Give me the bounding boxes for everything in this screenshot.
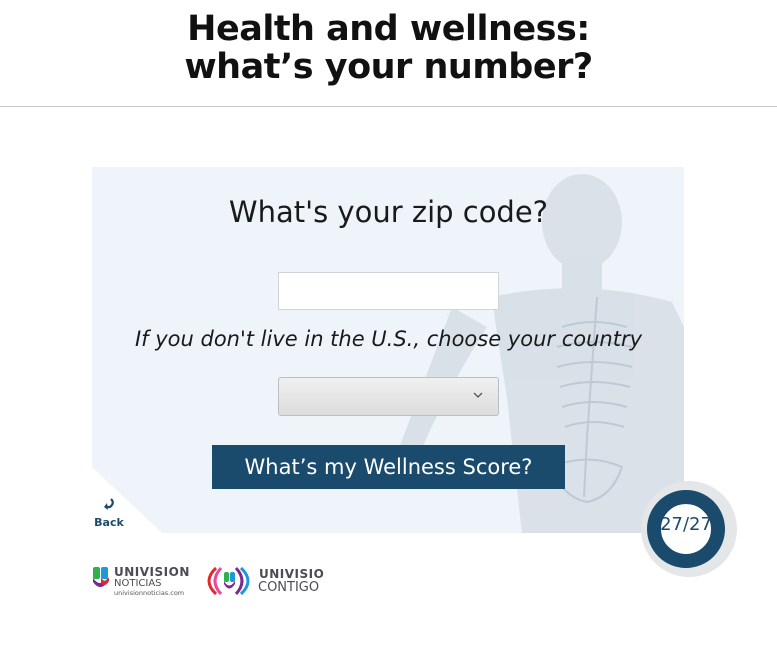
get-score-button[interactable]: What’s my Wellness Score? [212, 445, 565, 489]
logo1-word1: UNIVISION [114, 565, 190, 579]
logo1-url: univisionnoticias.com [114, 589, 184, 597]
back-arrow-icon [104, 498, 114, 510]
univision-noticias-logo: UNIVISION NOTICIAS univisionnoticias.com [93, 565, 190, 597]
country-select[interactable] [278, 377, 499, 416]
logo2-word1: UNIVISION [259, 567, 325, 581]
zip-question: What's your zip code? [228, 195, 549, 229]
back-label: Back [94, 516, 124, 529]
chevron-down-icon [473, 392, 483, 398]
zip-code-input[interactable] [278, 272, 499, 310]
country-label: If you don't live in the U.S., choose yo… [134, 327, 643, 351]
page-title-line-2: what’s your number? [184, 47, 593, 87]
univision-contigo-logo: UNIVISION CONTIGO [207, 566, 325, 596]
page-title-line-1: Health and wellness: [187, 9, 590, 49]
logo2-word2: CONTIGO [258, 580, 319, 595]
page-header: Health and wellness: what’s your number? [0, 0, 777, 107]
logo1-word2: NOTICIAS [114, 578, 162, 589]
back-button[interactable]: Back [92, 497, 126, 529]
progress-counter: 27/27 [660, 514, 712, 535]
page-title: Health and wellness: what’s your number? [0, 10, 777, 86]
